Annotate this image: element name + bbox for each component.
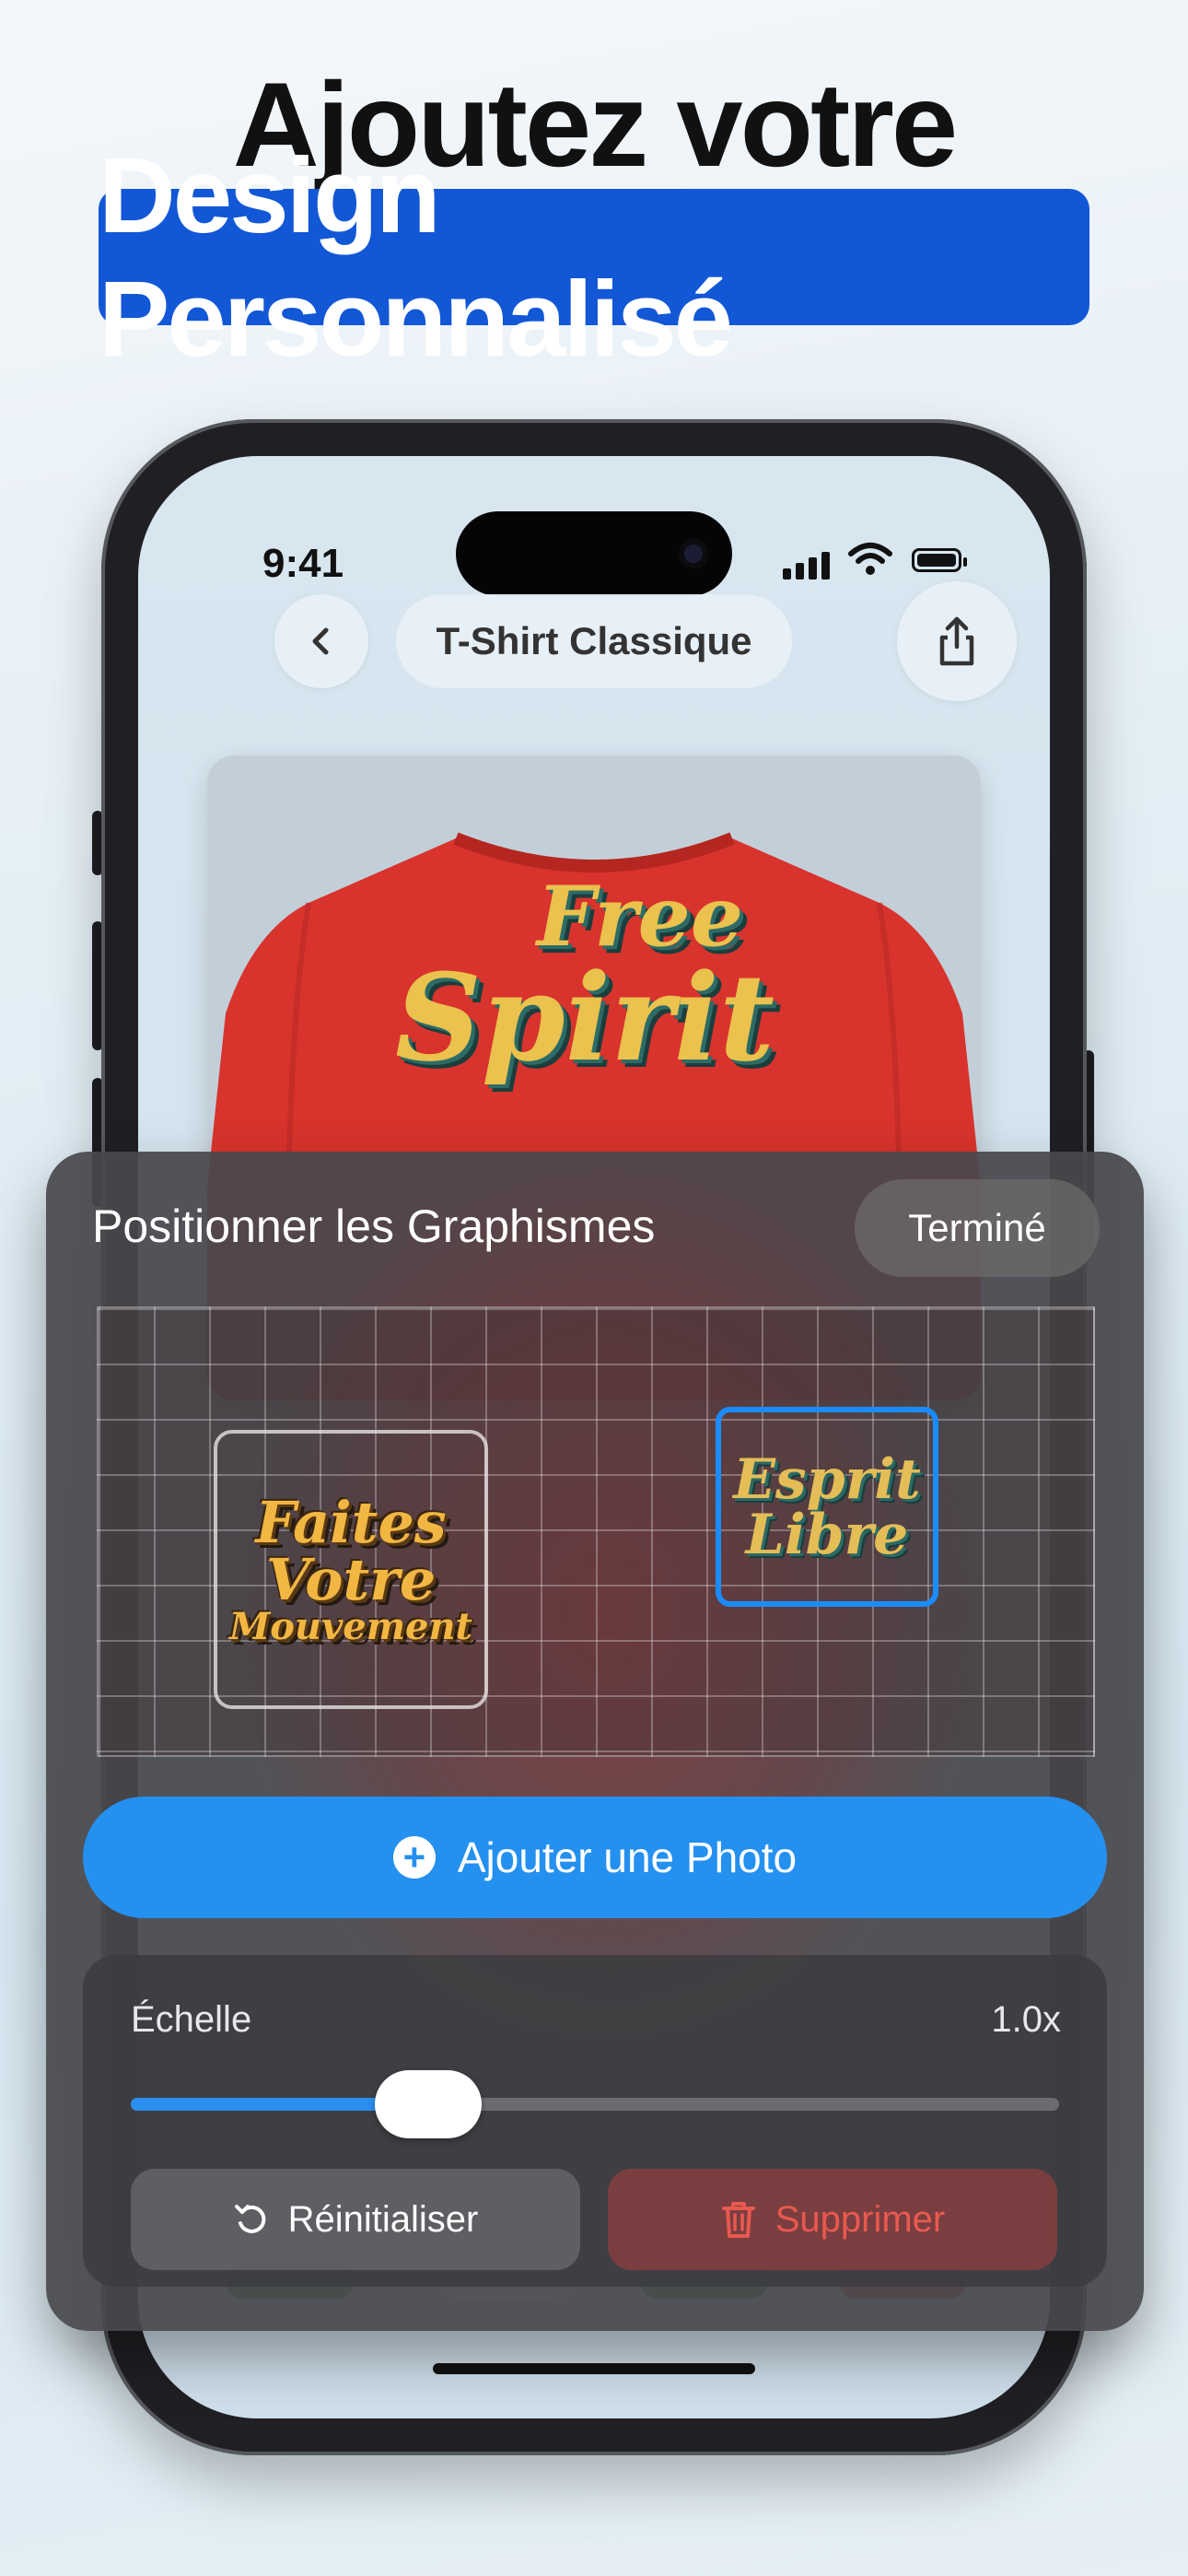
sticker-a-line1: Faites <box>255 1488 447 1556</box>
add-photo-label: Ajouter une Photo <box>457 1833 798 1881</box>
tshirt-print-line1: Free <box>536 868 744 966</box>
back-button[interactable] <box>274 594 368 688</box>
scale-label: Échelle <box>131 1999 252 2040</box>
status-time: 9:41 <box>262 541 344 586</box>
nav-title: T-Shirt Classique <box>396 594 792 688</box>
trash-icon <box>721 2202 755 2238</box>
signal-icon <box>783 552 830 580</box>
wifi-icon <box>848 543 892 575</box>
status-bar: 9:41 <box>138 456 1050 603</box>
share-button[interactable] <box>897 581 1017 701</box>
positioning-grid[interactable]: Faites Votre Mouvement Esprit Libre <box>97 1306 1095 1757</box>
reset-button[interactable]: Réinitialiser <box>131 2169 580 2270</box>
position-graphics-panel: Positionner les Graphismes Terminé Faite… <box>46 1152 1144 2331</box>
home-indicator <box>433 2363 755 2374</box>
done-button[interactable]: Terminé <box>855 1179 1100 1277</box>
add-photo-button[interactable]: + Ajouter une Photo <box>83 1797 1107 1918</box>
tshirt-print: Free Spirit <box>373 848 797 1106</box>
sticker-faites-votre-mouvement[interactable]: Faites Votre Mouvement <box>214 1430 488 1709</box>
plus-circle-icon: + <box>392 1835 436 1879</box>
tshirt-print-line2: Spirit <box>394 947 775 1088</box>
share-icon <box>939 616 974 666</box>
sticker-a-line2: Votre <box>265 1545 437 1613</box>
sticker-a-line3: Mouvement <box>228 1604 473 1648</box>
delete-button[interactable]: Supprimer <box>608 2169 1057 2270</box>
reset-label: Réinitialiser <box>287 2198 479 2240</box>
delete-label: Supprimer <box>775 2198 946 2240</box>
sticker-b-line2: Libre <box>745 1502 909 1567</box>
scale-value: 1.0x <box>991 1999 1061 2040</box>
headline-line2: Design Personnalisé <box>99 135 1089 379</box>
reset-icon <box>234 2205 265 2233</box>
dynamic-island <box>456 511 732 596</box>
scale-slider-thumb[interactable] <box>374 2070 482 2138</box>
panel-title: Positionner les Graphismes <box>92 1200 656 1252</box>
chevron-left-icon <box>312 627 329 655</box>
scale-slider[interactable] <box>131 2070 1059 2138</box>
scale-card: Échelle 1.0x Réinitialiser Supprimer <box>83 1955 1107 2287</box>
battery-icon <box>912 548 967 572</box>
sticker-b-line1: Esprit <box>733 1446 921 1512</box>
sticker-esprit-libre[interactable]: Esprit Libre <box>716 1407 938 1607</box>
front-camera <box>679 539 708 568</box>
